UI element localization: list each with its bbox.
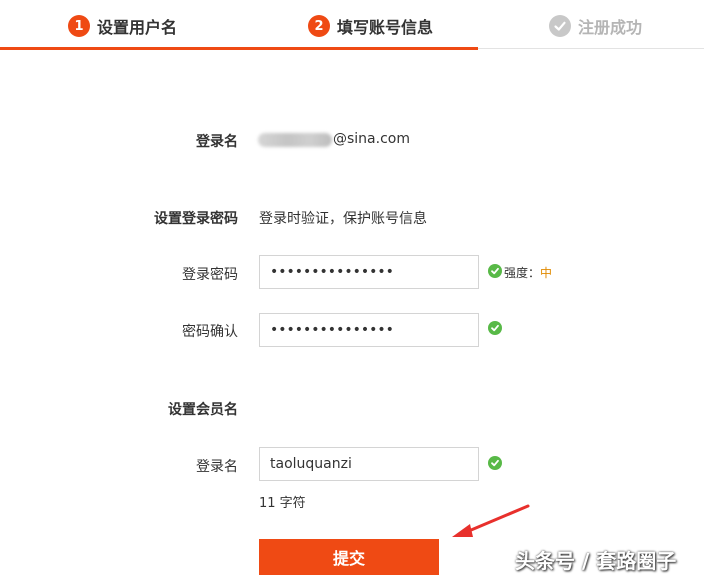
step-1-label: 设置用户名: [97, 18, 178, 37]
password-label: 登录密码: [182, 267, 238, 283]
step-3: 注册成功: [549, 10, 642, 42]
confirm-ok-icon: [488, 321, 502, 335]
step-1-number: 1: [68, 15, 90, 37]
char-count: 11 字符: [259, 496, 306, 511]
step-progress-rest: [478, 48, 704, 49]
step-1: 1 设置用户名: [68, 10, 177, 42]
password-input[interactable]: [259, 255, 479, 289]
annotation-arrow-icon: [452, 504, 530, 537]
blurred-username: [258, 133, 332, 147]
login-name-label: 登录名: [196, 134, 238, 150]
step-progress-bar: 1 设置用户名 2 填写账号信息 注册成功: [0, 0, 704, 50]
password-strength: 强度：中: [504, 264, 552, 281]
step-progress-active: [0, 47, 478, 50]
submit-button[interactable]: 提交: [259, 539, 439, 575]
confirm-password-input[interactable]: [259, 313, 479, 347]
password-ok-icon: [488, 264, 502, 278]
strength-label: 强度：: [504, 266, 541, 280]
check-circle-icon: [549, 15, 571, 37]
password-section-title: 设置登录密码: [154, 211, 238, 227]
step-2-number: 2: [308, 15, 330, 37]
step-2-label: 填写账号信息: [337, 18, 434, 37]
watermark: 头条号 / 套路圈子: [515, 549, 677, 573]
member-name-label: 登录名: [196, 459, 238, 475]
member-name-ok-icon: [488, 456, 502, 470]
step-3-label: 注册成功: [578, 18, 643, 37]
strength-level: 中: [540, 266, 553, 280]
step-2: 2 填写账号信息: [308, 10, 433, 42]
login-email-suffix: @sina.com: [333, 131, 410, 147]
confirm-password-label: 密码确认: [182, 324, 238, 340]
password-section-hint: 登录时验证，保护账号信息: [259, 211, 427, 227]
member-name-input[interactable]: [259, 447, 479, 481]
member-section-title: 设置会员名: [168, 402, 238, 418]
